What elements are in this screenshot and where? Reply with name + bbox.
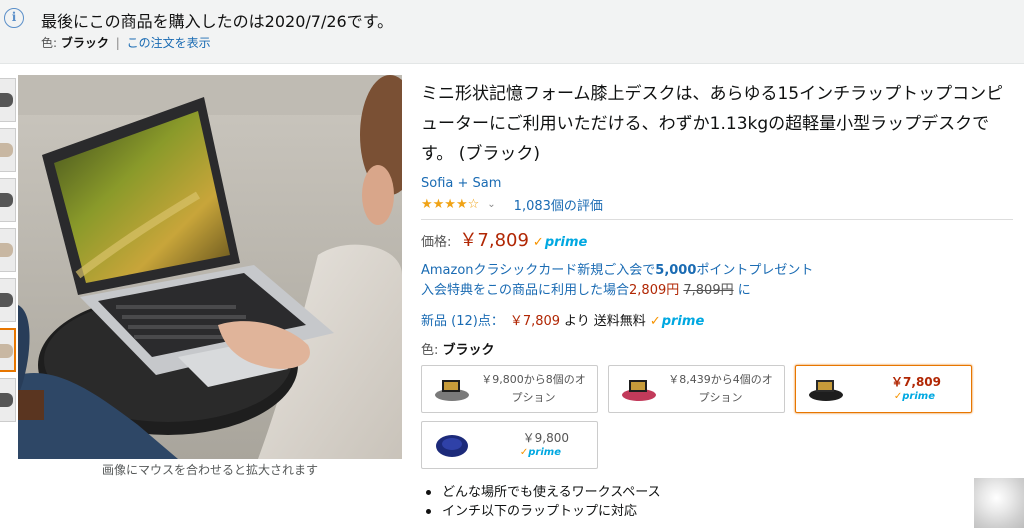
color-label: 色: <box>41 36 58 50</box>
purchase-notice-title: 最後にこの商品を購入したのは2020/7/26です。 <box>41 12 394 31</box>
card-offer-line-1: Amazonクラシックカード新規ご入会で5,000ポイントプレゼント <box>421 263 814 278</box>
chevron-down-icon[interactable]: ⌄ <box>487 199 495 210</box>
variant-option[interactable]: ￥9,800から8個のオプション <box>421 365 598 413</box>
brand-link[interactable]: Sofia + Sam <box>421 176 501 191</box>
purchase-notice-details: 色: ブラック | この注文を表示 <box>41 34 211 51</box>
new-offers-link[interactable]: 新品 (12)点： <box>421 310 504 329</box>
thumbnail-active[interactable] <box>0 328 16 372</box>
new-offers-price: ￥7,809 <box>509 314 561 329</box>
variant-option[interactable]: ￥9,800 ✓prime <box>421 421 598 469</box>
purchase-notice: i 最後にこの商品を購入したのは2020/7/26です。 色: ブラック | こ… <box>0 0 1024 64</box>
variant-thumbnail <box>809 380 843 401</box>
variant-thumbnail <box>435 380 469 401</box>
check-icon: ✓ <box>649 314 661 329</box>
prime-badge: ✓prime <box>649 314 705 329</box>
prime-badge: ✓prime <box>532 235 588 250</box>
variant-thumbnail <box>622 380 656 401</box>
variant-option-text: ￥9,800から8個のオプション <box>481 373 586 404</box>
card-offer[interactable]: Amazonクラシックカード新規ご入会で5,000ポイントプレゼント 入会特典を… <box>421 261 813 301</box>
separator: | <box>115 36 120 50</box>
view-order-link[interactable]: この注文を表示 <box>127 36 211 50</box>
variant-thumbnail <box>436 435 468 457</box>
thumbnail[interactable] <box>0 178 16 222</box>
new-offers-from: より <box>564 314 590 329</box>
variant-price: ￥7,809 <box>891 375 941 389</box>
product-title: ミニ形状記憶フォーム膝上デスクは、あらゆる15インチラップトップコンピューターに… <box>421 84 1004 164</box>
star-rating-icon[interactable]: ★★★★☆ <box>421 197 479 212</box>
price-value: ￥7,809 <box>459 230 529 251</box>
thumbnail-strip <box>0 78 16 428</box>
check-icon: ✓ <box>532 235 544 250</box>
prime-badge: ✓prime <box>893 391 935 402</box>
color-value: ブラック <box>60 36 109 50</box>
image-zoom-hint: 画像にマウスを合わせると拡大されます <box>101 463 318 477</box>
feature-bullets: どんな場所でも使えるワークスペース インチ以下のラップトップに対応 <box>424 483 661 521</box>
rating-count-link[interactable]: 1,083個の評価 <box>514 195 603 214</box>
rating-row: ★★★★☆ ⌄ 1,083個の評価 <box>421 195 603 214</box>
card-offer-line-2: 入会特典をこの商品に利用した場合2,809円 7,809円 に <box>421 283 751 298</box>
variant-option-selected[interactable]: ￥7,809 ✓prime <box>795 365 972 413</box>
thumbnail[interactable] <box>0 78 16 122</box>
product-photo <box>18 75 402 459</box>
thumbnail[interactable] <box>0 378 16 422</box>
floating-thumbnail[interactable] <box>974 478 1024 528</box>
variant-option[interactable]: ￥8,439から4個のオプション <box>608 365 785 413</box>
free-shipping-label: 送料無料 <box>593 314 646 329</box>
info-icon: i <box>4 8 24 28</box>
color-selection-label: 色: ブラック <box>421 343 495 358</box>
price-label: 価格: <box>421 235 452 250</box>
feature-bullet: インチ以下のラップトップに対応 <box>424 502 661 521</box>
prime-badge: ✓prime <box>519 447 561 458</box>
variant-option-text: ￥8,439から4個のオプション <box>668 373 773 404</box>
thumbnail[interactable] <box>0 228 16 272</box>
divider <box>421 219 1013 220</box>
main-product-image[interactable] <box>18 75 402 459</box>
check-icon: ✓ <box>519 447 529 458</box>
thumbnail[interactable] <box>0 128 16 172</box>
check-icon: ✓ <box>893 391 903 402</box>
new-offers-row: 新品 (12)点： ￥7,809 より 送料無料 ✓prime <box>421 310 704 329</box>
feature-bullet: どんな場所でも使えるワークスペース <box>424 483 661 502</box>
variant-price: ￥9,800 <box>522 431 569 445</box>
thumbnail[interactable] <box>0 278 16 322</box>
price-row: 価格: ￥7,809 ✓prime <box>421 226 587 252</box>
